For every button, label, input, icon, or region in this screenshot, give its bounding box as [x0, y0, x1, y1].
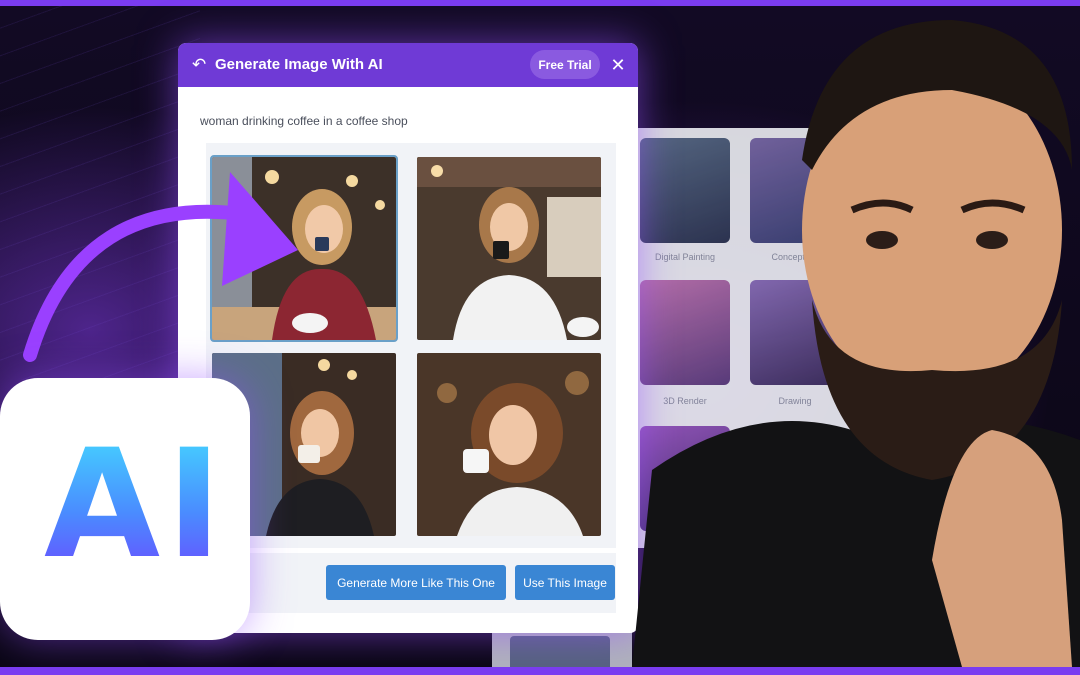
coffee-photo-4 [417, 353, 601, 536]
prompt-text: woman drinking coffee in a coffee shop [200, 114, 408, 128]
dialog-header: ↶ Generate Image With AI Free Trial ✕ [178, 43, 638, 87]
generated-image-4[interactable] [417, 353, 601, 536]
back-arrow-icon[interactable]: ↶ [192, 55, 210, 75]
free-trial-button[interactable]: Free Trial [530, 50, 600, 79]
coffee-photo-1 [212, 157, 396, 340]
dialog-footer: Generate More Like This One Use This Ima… [206, 553, 616, 613]
generated-image-2[interactable] [417, 157, 601, 340]
close-icon[interactable]: ✕ [608, 54, 628, 76]
generated-image-1[interactable] [210, 155, 398, 342]
image-grid [206, 143, 616, 548]
generate-more-button[interactable]: Generate More Like This One [326, 565, 506, 600]
ai-logo-text: AI [44, 418, 228, 592]
use-image-button[interactable]: Use This Image [515, 565, 615, 600]
presenter-photo [632, 20, 1080, 667]
coffee-photo-2 [417, 157, 601, 340]
background-grid [0, 0, 200, 380]
dialog-title: Generate Image With AI [215, 56, 383, 73]
gallery-bottom-strip [492, 632, 632, 672]
bottom-accent-bar [0, 667, 1080, 675]
